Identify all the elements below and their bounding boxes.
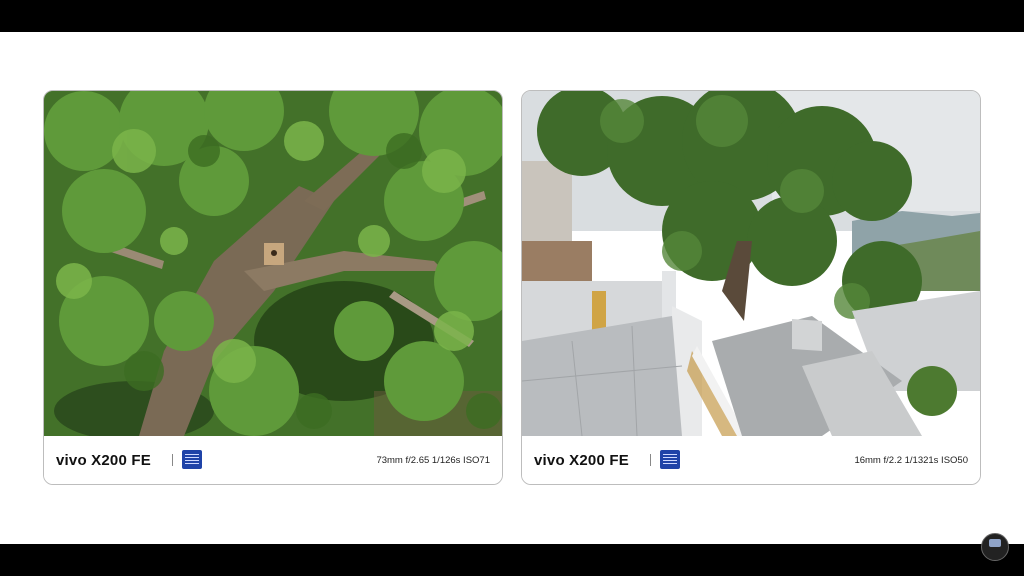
camera-brand-label: vivo X200 FE <box>534 452 629 469</box>
camera-info-bar: vivo X200 FE 73mm f/2.65 1/126s ISO71 <box>44 436 502 484</box>
letterbox-top <box>0 0 1024 32</box>
ultrawide-photo <box>522 91 980 436</box>
sample-card-ultrawide: vivo X200 FE 16mm f/2.2 1/1321s ISO50 <box>521 90 981 485</box>
zeiss-logo-icon <box>182 450 202 469</box>
exif-info: 73mm f/2.65 1/126s ISO71 <box>376 455 490 466</box>
letterbox-bottom <box>0 544 1024 576</box>
sample-card-telephoto: vivo X200 FE 73mm f/2.65 1/126s ISO71 <box>43 90 503 485</box>
zeiss-logo-icon <box>660 450 680 469</box>
telephoto-photo <box>44 91 502 436</box>
exif-info: 16mm f/2.2 1/1321s ISO50 <box>854 455 968 466</box>
divider <box>650 454 651 466</box>
camera-info-bar: vivo X200 FE 16mm f/2.2 1/1321s ISO50 <box>522 436 980 484</box>
channel-watermark-icon <box>981 533 1009 561</box>
camera-brand-label: vivo X200 FE <box>56 452 151 469</box>
divider <box>172 454 173 466</box>
slide: vivo X200 FE 73mm f/2.65 1/126s ISO71 vi… <box>0 32 1024 544</box>
